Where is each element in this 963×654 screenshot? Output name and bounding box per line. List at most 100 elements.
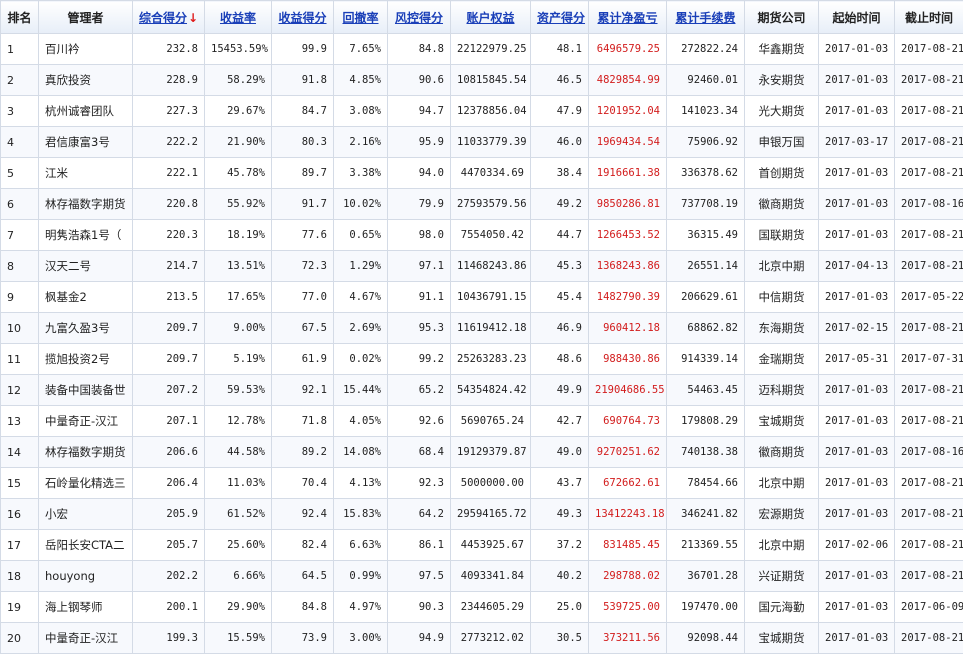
header-asset-score[interactable]: 资产得分 (531, 1, 589, 34)
equity-cell: 10436791.15 (451, 282, 531, 313)
net-pnl-cell: 298788.02 (589, 561, 667, 592)
table-row[interactable]: 17岳阳长安CTA二205.725.60%82.46.63%86.1445392… (1, 530, 963, 561)
header-return-rate[interactable]: 收益率 (205, 1, 272, 34)
net-pnl-cell: 1266453.52 (589, 220, 667, 251)
rank-cell: 19 (1, 592, 39, 623)
return-rate-cell: 6.66% (205, 561, 272, 592)
drawdown-cell: 3.00% (334, 623, 388, 654)
manager-cell: 百川衿 (39, 34, 133, 65)
table-row[interactable]: 6林存福数字期货220.855.92%91.710.02%79.92759357… (1, 189, 963, 220)
table-row[interactable]: 13中量奇正-汉江207.112.78%71.84.05%92.65690765… (1, 406, 963, 437)
table-row[interactable]: 14林存福数字期货206.644.58%89.214.08%68.4191293… (1, 437, 963, 468)
company-cell: 迈科期货 (745, 375, 819, 406)
start-date-cell: 2017-01-03 (819, 96, 895, 127)
return-score-cell: 92.1 (272, 375, 334, 406)
table-row[interactable]: 19海上钢琴师200.129.90%84.84.97%90.32344605.2… (1, 592, 963, 623)
asset-score-cell: 49.9 (531, 375, 589, 406)
table-row[interactable]: 9枫基金2213.517.65%77.04.67%91.110436791.15… (1, 282, 963, 313)
drawdown-cell: 0.02% (334, 344, 388, 375)
company-cell: 光大期货 (745, 96, 819, 127)
header-net-pnl[interactable]: 累计净盈亏 (589, 1, 667, 34)
manager-cell: houyong (39, 561, 133, 592)
end-date-cell: 2017-08-21 (895, 251, 963, 282)
asset-score-cell: 43.7 (531, 468, 589, 499)
asset-score-cell: 45.4 (531, 282, 589, 313)
asset-score-cell: 44.7 (531, 220, 589, 251)
rank-cell: 13 (1, 406, 39, 437)
header-drawdown-rate[interactable]: 回撤率 (334, 1, 388, 34)
table-row[interactable]: 1百川衿232.815453.59%99.97.65%84.822122979.… (1, 34, 963, 65)
start-date-cell: 2017-02-15 (819, 313, 895, 344)
return-rate-cell: 18.19% (205, 220, 272, 251)
manager-cell: 江米 (39, 158, 133, 189)
net-pnl-cell: 1969434.54 (589, 127, 667, 158)
table-row[interactable]: 20中量奇正-汉江199.315.59%73.93.00%94.92773212… (1, 623, 963, 654)
header-account-equity[interactable]: 账户权益 (451, 1, 531, 34)
rank-cell: 1 (1, 34, 39, 65)
table-row[interactable]: 2真欣投资228.958.29%91.84.85%90.610815845.54… (1, 65, 963, 96)
header-label: 资产得分 (537, 11, 585, 25)
return-rate-cell: 45.78% (205, 158, 272, 189)
return-rate-cell: 59.53% (205, 375, 272, 406)
return-score-cell: 67.5 (272, 313, 334, 344)
start-date-cell: 2017-02-06 (819, 530, 895, 561)
drawdown-cell: 4.67% (334, 282, 388, 313)
return-rate-cell: 17.65% (205, 282, 272, 313)
header-label: 排名 (7, 11, 31, 25)
return-rate-cell: 55.92% (205, 189, 272, 220)
risk-score-cell: 95.9 (388, 127, 451, 158)
header-label: 截止时间 (905, 11, 953, 25)
return-rate-cell: 5.19% (205, 344, 272, 375)
risk-score-cell: 84.8 (388, 34, 451, 65)
equity-cell: 19129379.87 (451, 437, 531, 468)
table-row[interactable]: 15石岭量化精选三206.411.03%70.44.13%92.35000000… (1, 468, 963, 499)
net-pnl-cell: 539725.00 (589, 592, 667, 623)
company-cell: 兴证期货 (745, 561, 819, 592)
return-score-cell: 91.8 (272, 65, 334, 96)
asset-score-cell: 37.2 (531, 530, 589, 561)
return-score-cell: 89.2 (272, 437, 334, 468)
table-row[interactable]: 12装备中国装备世207.259.53%92.115.44%65.2543548… (1, 375, 963, 406)
company-cell: 徽商期货 (745, 189, 819, 220)
table-row[interactable]: 4君信康富3号222.221.90%80.32.16%95.911033779.… (1, 127, 963, 158)
manager-cell: 枫基金2 (39, 282, 133, 313)
total-score-cell: 209.7 (133, 344, 205, 375)
header-fees[interactable]: 累计手续费 (667, 1, 745, 34)
risk-score-cell: 91.1 (388, 282, 451, 313)
start-date-cell: 2017-01-03 (819, 437, 895, 468)
header-risk-score[interactable]: 风控得分 (388, 1, 451, 34)
end-date-cell: 2017-08-21 (895, 375, 963, 406)
fees-cell: 78454.66 (667, 468, 745, 499)
end-date-cell: 2017-08-21 (895, 406, 963, 437)
total-score-cell: 207.1 (133, 406, 205, 437)
header-manager: 管理者 (39, 1, 133, 34)
header-futures-company: 期货公司 (745, 1, 819, 34)
company-cell: 宏源期货 (745, 499, 819, 530)
header-total-score[interactable]: 综合得分↓ (133, 1, 205, 34)
table-row[interactable]: 3杭州诚睿团队227.329.67%84.73.08%94.712378856.… (1, 96, 963, 127)
drawdown-cell: 14.08% (334, 437, 388, 468)
total-score-cell: 200.1 (133, 592, 205, 623)
equity-cell: 4093341.84 (451, 561, 531, 592)
asset-score-cell: 47.9 (531, 96, 589, 127)
manager-cell: 明隽浩森1号（ (39, 220, 133, 251)
drawdown-cell: 1.29% (334, 251, 388, 282)
net-pnl-cell: 9850286.81 (589, 189, 667, 220)
table-row[interactable]: 11揽旭投资2号209.75.19%61.90.02%99.225263283.… (1, 344, 963, 375)
net-pnl-cell: 1201952.04 (589, 96, 667, 127)
header-return-score[interactable]: 收益得分 (272, 1, 334, 34)
header-label: 风控得分 (395, 11, 443, 25)
asset-score-cell: 40.2 (531, 561, 589, 592)
table-row[interactable]: 18houyong202.26.66%64.50.99%97.54093341.… (1, 561, 963, 592)
risk-score-cell: 92.3 (388, 468, 451, 499)
table-row[interactable]: 5江米222.145.78%89.73.38%94.04470334.6938.… (1, 158, 963, 189)
return-rate-cell: 15453.59% (205, 34, 272, 65)
ranking-table: 排名管理者综合得分↓收益率收益得分回撤率 风控得分账户权益资产得分累计净盈亏累计手… (0, 0, 963, 654)
table-row[interactable]: 8汉天二号214.713.51%72.31.29%97.111468243.86… (1, 251, 963, 282)
equity-cell: 4453925.67 (451, 530, 531, 561)
header-label: 回撤率 (342, 11, 378, 25)
table-row[interactable]: 10九富久盈3号209.79.00%67.52.69%95.311619412.… (1, 313, 963, 344)
table-row[interactable]: 16小宏205.961.52%92.415.83%64.229594165.72… (1, 499, 963, 530)
table-row[interactable]: 7明隽浩森1号（220.318.19%77.60.65%98.07554050.… (1, 220, 963, 251)
rank-cell: 15 (1, 468, 39, 499)
